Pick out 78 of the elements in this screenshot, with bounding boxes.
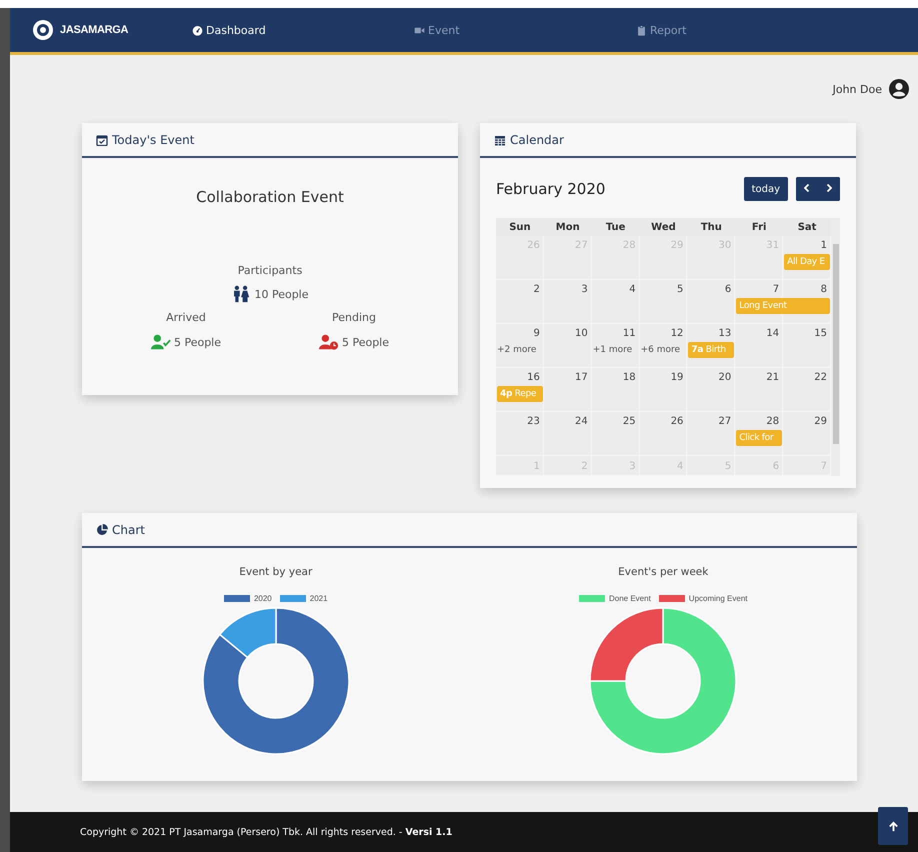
month-title: February 2020 (496, 180, 606, 198)
day-number[interactable]: 29 (783, 416, 831, 426)
day-number[interactable]: 8 (783, 284, 831, 294)
calendar-icon (494, 134, 506, 146)
card-title: Today's Event (112, 132, 194, 146)
copyright-text: Copyright © 2021 PT Jasamarga (Persero) Tbk. All rights reserved. - Versi 1.1 (80, 826, 452, 838)
clipboard-icon (636, 24, 647, 36)
legend-label: 2021 (310, 594, 328, 603)
nav-link[interactable]: Event (414, 24, 636, 36)
day-number[interactable]: 2 (496, 284, 544, 294)
stat-value: 5 People (174, 336, 222, 348)
day-number[interactable]: 22 (783, 372, 831, 382)
day-number[interactable]: 25 (592, 416, 640, 426)
stat-label: Arrived (166, 311, 206, 324)
day-number[interactable]: 7 (735, 284, 784, 294)
weekday-header: Thu (700, 222, 723, 232)
day-number[interactable]: 5 (640, 284, 688, 294)
day-number[interactable]: 24 (544, 416, 592, 426)
gauge-icon (192, 24, 203, 36)
day-number[interactable]: 27 (687, 416, 736, 426)
chart-title: Event's per week (618, 566, 708, 578)
weekday-header: Sun (508, 222, 532, 232)
day-number[interactable]: 12 (640, 328, 688, 338)
scroll-to-top-button[interactable] (878, 807, 908, 845)
stat-value: 10 People (254, 288, 309, 300)
nav-link[interactable]: Dashboard (192, 24, 414, 36)
day-number[interactable]: 17 (544, 372, 592, 382)
day-number[interactable]: 21 (735, 372, 784, 382)
chevron-left-icon (802, 182, 812, 192)
arrow-up-icon (888, 820, 898, 832)
weekday-header: Tue (604, 222, 626, 232)
event-name: Collaboration Event (195, 188, 345, 206)
more-link[interactable]: +6 more (640, 342, 688, 358)
day-number[interactable]: 9 (496, 328, 544, 338)
more-link[interactable]: +1 more (592, 342, 640, 358)
stat-label: Participants (238, 264, 302, 277)
legend-label: Done Event (608, 594, 651, 603)
day-number[interactable]: 18 (592, 372, 640, 382)
user-clock-icon (318, 333, 339, 351)
day-number[interactable]: 4 (592, 284, 640, 294)
day-number[interactable]: 23 (496, 416, 544, 426)
day-number[interactable]: 10 (544, 328, 592, 338)
day-number[interactable]: 13 (687, 328, 736, 338)
calendar-check-icon (96, 134, 108, 146)
scrollbar[interactable] (833, 244, 839, 444)
day-number[interactable]: 20 (687, 372, 736, 382)
stat-label: Pending (332, 311, 376, 324)
stat-value: 5 People (342, 336, 390, 348)
weekday-header: Wed (650, 222, 677, 232)
card-title: Chart (112, 522, 145, 536)
today-button[interactable]: today (744, 177, 788, 201)
chevron-right-icon (824, 182, 834, 192)
day-number[interactable]: 15 (783, 328, 831, 338)
user-check-icon (150, 333, 171, 351)
legend-label: Upcoming Event (688, 594, 748, 603)
day-number[interactable]: 6 (687, 284, 736, 294)
nav-link[interactable]: Report (636, 24, 858, 36)
logo-text: JASAMARGA (60, 24, 128, 36)
more-link[interactable]: +2 more (496, 342, 544, 358)
weekday-header: Fri (750, 222, 768, 232)
logo-icon (32, 19, 54, 41)
day-number[interactable]: 28 (735, 416, 784, 426)
weekday-header: Mon (554, 222, 581, 232)
chart-title: Event by year (239, 566, 312, 578)
pie-chart-icon (96, 524, 108, 536)
user-avatar-icon[interactable] (888, 78, 910, 100)
day-number[interactable]: 11 (592, 328, 640, 338)
legend-label: 2020 (254, 594, 272, 603)
day-number[interactable]: 26 (640, 416, 688, 426)
day-number[interactable]: 14 (735, 328, 784, 338)
day-number[interactable]: 16 (496, 372, 544, 382)
people-icon (231, 285, 252, 303)
day-number[interactable]: 3 (544, 284, 592, 294)
weekday-header: Sat (796, 222, 818, 232)
day-number[interactable]: 19 (640, 372, 688, 382)
user-name[interactable]: John Doe (832, 82, 882, 96)
card-title: Calendar (510, 132, 564, 146)
day-number[interactable]: 1 (783, 240, 831, 250)
